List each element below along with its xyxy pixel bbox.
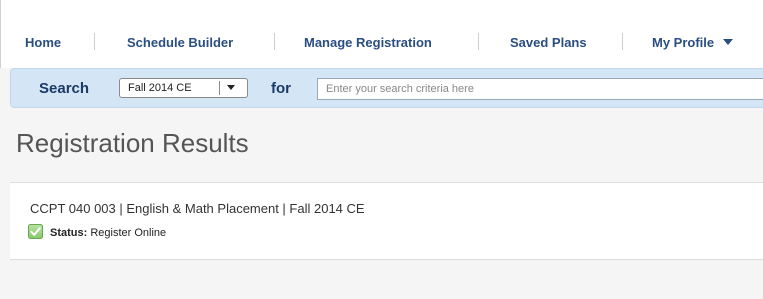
nav-separator [622,33,623,50]
page-title: Registration Results [16,128,249,158]
nav-separator [274,33,275,50]
nav-separator [478,33,479,50]
nav-separator [94,33,95,50]
status-label: Status: [50,227,88,239]
status-value: Register Online [90,227,167,239]
dropdown-arrow-icon [227,85,235,90]
chevron-down-icon [723,39,734,45]
nav-schedule-builder[interactable]: Schedule Builder [127,35,233,50]
nav-my-profile[interactable]: My Profile [652,35,734,50]
select-divider [219,81,220,95]
nav-saved-plans[interactable]: Saved Plans [510,35,587,50]
term-select-value: Fall 2014 CE [128,82,192,94]
for-label: for [271,80,291,97]
term-select[interactable]: Fall 2014 CE [119,78,248,98]
result-title[interactable]: CCPT 040 003 | English & Math Placement … [30,201,365,216]
checkbox-checked-icon [28,224,43,239]
top-navigation: Home Schedule Builder Manage Registratio… [0,0,763,68]
search-input[interactable] [317,78,763,100]
status-line: Status: Register Online [50,227,166,239]
nav-my-profile-label: My Profile [652,35,715,50]
nav-home[interactable]: Home [25,35,61,50]
result-card: CCPT 040 003 | English & Math Placement … [10,182,763,260]
search-label: Search [39,80,90,97]
search-bar: Search Fall 2014 CE for [10,68,763,108]
nav-manage-registration[interactable]: Manage Registration [304,35,432,50]
